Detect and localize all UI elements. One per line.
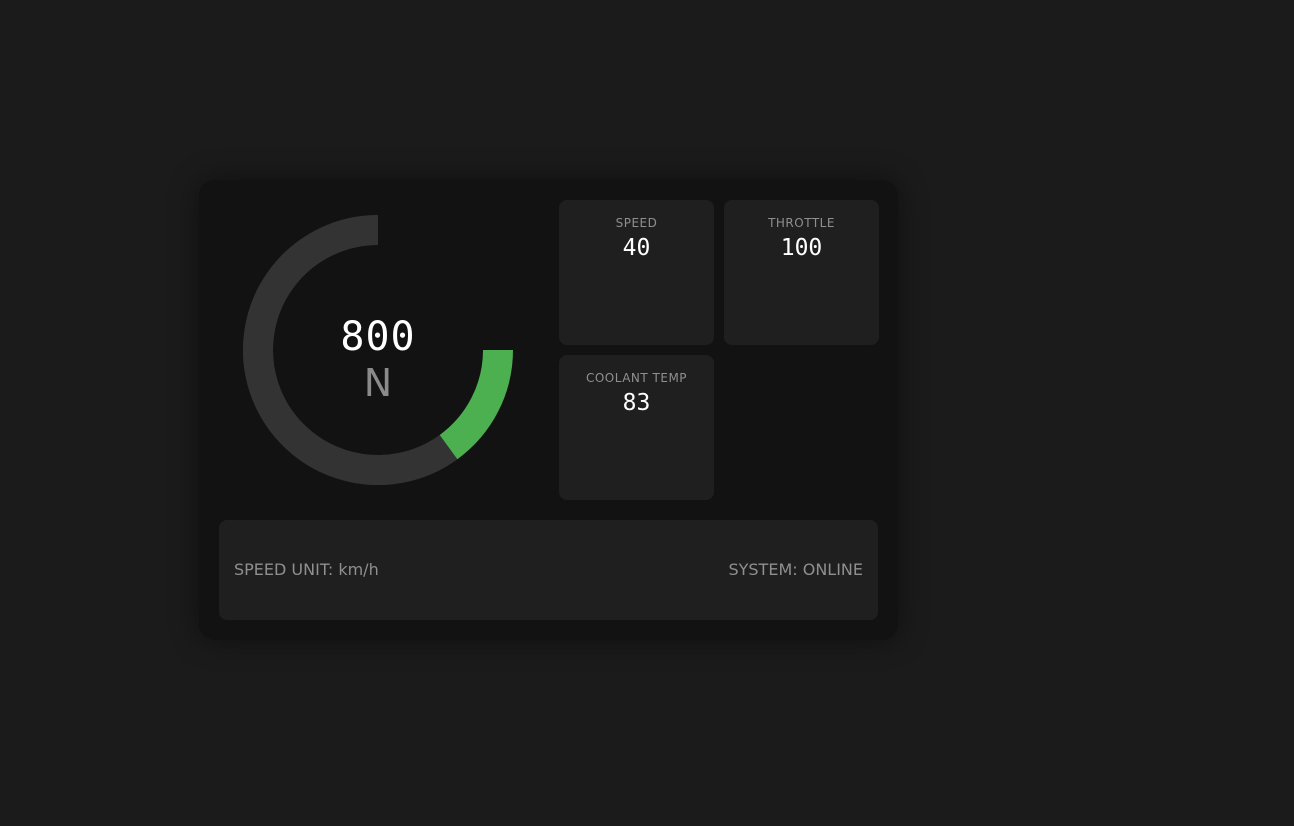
rpm-gauge: 800 N (243, 215, 513, 485)
coolant-temp-value: 83 (622, 390, 651, 416)
speed-tile: SPEED 40 (559, 200, 714, 345)
throttle-value: 100 (780, 235, 823, 261)
speed-label: SPEED (615, 216, 658, 230)
system-status-text: SYSTEM: ONLINE (728, 560, 863, 579)
coolant-temp-tile: COOLANT TEMP 83 (559, 355, 714, 500)
coolant-temp-label: COOLANT TEMP (585, 371, 688, 385)
dashboard-panel: 800 N SPEED 40 THROTTLE 100 COOLANT TEMP… (199, 180, 898, 640)
rpm-readout: 800 (340, 314, 416, 360)
throttle-label: THROTTLE (768, 216, 835, 230)
speed-value: 40 (622, 235, 651, 261)
status-bar: SPEED UNIT: km/h SYSTEM: ONLINE (219, 520, 878, 620)
gear-indicator: N (363, 361, 393, 405)
throttle-tile: THROTTLE 100 (724, 200, 879, 345)
speed-unit-text: SPEED UNIT: km/h (234, 560, 379, 579)
